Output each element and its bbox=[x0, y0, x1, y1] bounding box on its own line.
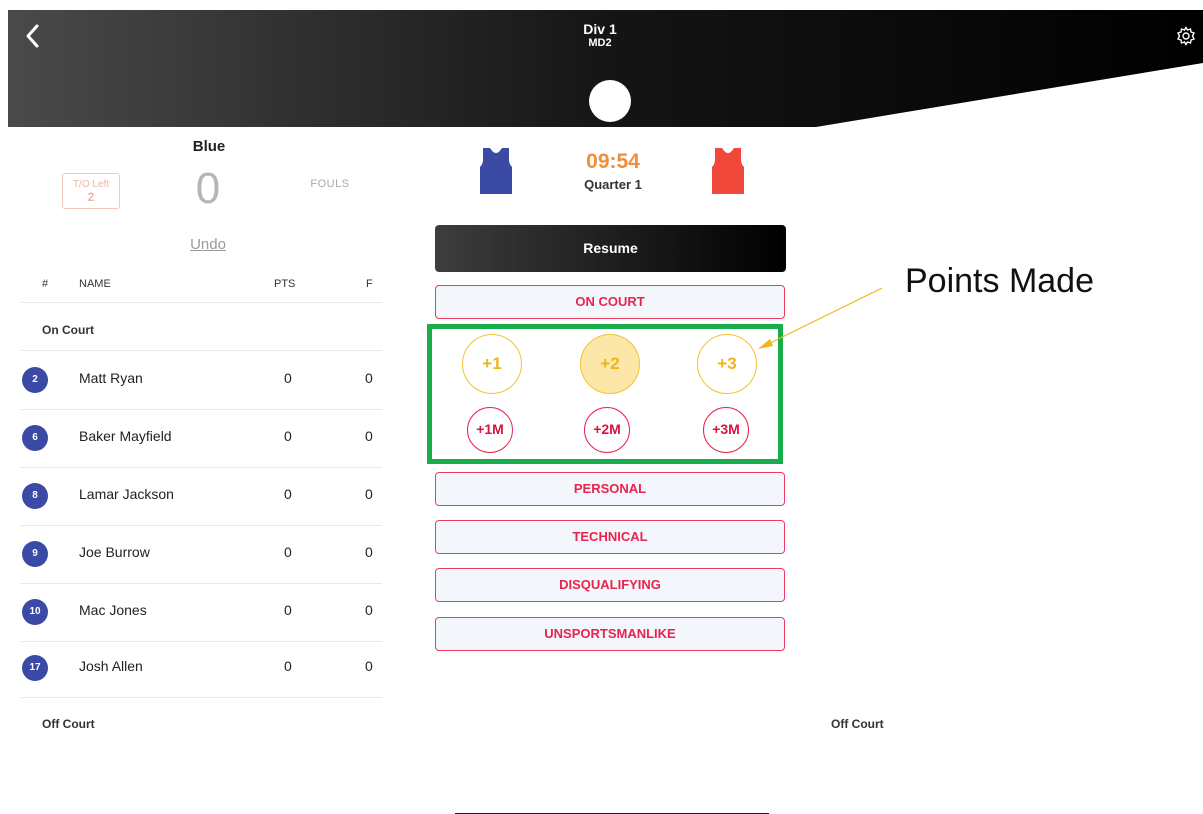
column-points-header: PTS bbox=[274, 278, 296, 290]
on-court-button[interactable]: ON COURT bbox=[435, 285, 785, 319]
timeouts-value: 2 bbox=[87, 190, 95, 204]
team-name: Blue bbox=[192, 138, 226, 155]
player-name: Mac Jones bbox=[79, 602, 147, 618]
player-name: Joe Burrow bbox=[79, 544, 150, 560]
on-court-section-label: On Court bbox=[42, 323, 94, 337]
player-points: 0 bbox=[284, 658, 292, 674]
player-fouls: 0 bbox=[365, 486, 373, 502]
player-row[interactable]: 9 Joe Burrow 0 0 bbox=[20, 525, 382, 584]
gear-icon[interactable] bbox=[1176, 26, 1196, 46]
player-name: Josh Allen bbox=[79, 658, 143, 674]
plus-two-miss-button[interactable]: +2M bbox=[584, 407, 630, 453]
annotation-label: Points Made bbox=[905, 262, 1094, 300]
timeouts-left-box[interactable]: T/O Left 2 bbox=[62, 173, 120, 209]
player-name: Baker Mayfield bbox=[79, 428, 172, 444]
home-jersey-icon bbox=[480, 148, 512, 194]
player-row[interactable]: 17 Josh Allen 0 0 bbox=[20, 639, 382, 698]
player-points: 0 bbox=[284, 370, 292, 386]
column-fouls-header: F bbox=[366, 278, 373, 290]
player-name: Matt Ryan bbox=[79, 370, 143, 386]
off-court-section-label: Off Court bbox=[42, 717, 95, 731]
disqualifying-foul-button[interactable]: DISQUALIFYING bbox=[435, 568, 785, 602]
plus-one-miss-button[interactable]: +1M bbox=[467, 407, 513, 453]
team-score: 0 bbox=[195, 164, 221, 213]
team-fouls-label: FOULS bbox=[310, 178, 350, 190]
plus-three-miss-button[interactable]: +3M bbox=[703, 407, 749, 453]
plus-two-button[interactable]: +2 bbox=[580, 334, 640, 394]
column-name-header: NAME bbox=[79, 278, 111, 290]
player-number-badge: 17 bbox=[22, 655, 48, 681]
resume-button[interactable]: Resume bbox=[435, 225, 786, 272]
player-number-badge: 9 bbox=[22, 541, 48, 567]
plus-one-button[interactable]: +1 bbox=[462, 334, 522, 394]
page-subtitle: MD2 bbox=[588, 37, 612, 49]
period-label: Quarter 1 bbox=[584, 177, 642, 192]
player-points: 0 bbox=[284, 486, 292, 502]
player-row[interactable]: 10 Mac Jones 0 0 bbox=[20, 583, 382, 642]
player-row[interactable]: 2 Matt Ryan 0 0 bbox=[20, 351, 382, 410]
player-fouls: 0 bbox=[365, 602, 373, 618]
player-fouls: 0 bbox=[365, 544, 373, 560]
opponent-off-court-section-label: Off Court bbox=[831, 717, 884, 731]
unsportsmanlike-foul-button[interactable]: UNSPORTSMANLIKE bbox=[435, 617, 785, 651]
column-number-header: # bbox=[42, 278, 49, 290]
player-fouls: 0 bbox=[365, 658, 373, 674]
player-number-badge: 2 bbox=[22, 367, 48, 393]
away-jersey-icon bbox=[712, 148, 744, 194]
game-clock[interactable]: 09:54 bbox=[570, 150, 656, 174]
player-number-badge: 6 bbox=[22, 425, 48, 451]
player-points: 0 bbox=[284, 428, 292, 444]
personal-foul-button[interactable]: PERSONAL bbox=[435, 472, 785, 506]
player-fouls: 0 bbox=[365, 428, 373, 444]
divider bbox=[20, 302, 382, 303]
player-row[interactable]: 8 Lamar Jackson 0 0 bbox=[20, 467, 382, 526]
technical-foul-button[interactable]: TECHNICAL bbox=[435, 520, 785, 554]
player-number-badge: 10 bbox=[22, 599, 48, 625]
back-chevron-icon[interactable] bbox=[22, 22, 46, 50]
annotation-arrow bbox=[758, 287, 883, 349]
player-points: 0 bbox=[284, 602, 292, 618]
page-title: Div 1 bbox=[583, 21, 617, 37]
player-name: Lamar Jackson bbox=[79, 486, 174, 502]
plus-three-button[interactable]: +3 bbox=[697, 334, 757, 394]
player-number-badge: 8 bbox=[22, 483, 48, 509]
player-points: 0 bbox=[284, 544, 292, 560]
possession-ball[interactable] bbox=[589, 80, 631, 122]
player-row[interactable]: 6 Baker Mayfield 0 0 bbox=[20, 409, 382, 468]
player-fouls: 0 bbox=[365, 370, 373, 386]
undo-link[interactable]: Undo bbox=[168, 236, 248, 253]
